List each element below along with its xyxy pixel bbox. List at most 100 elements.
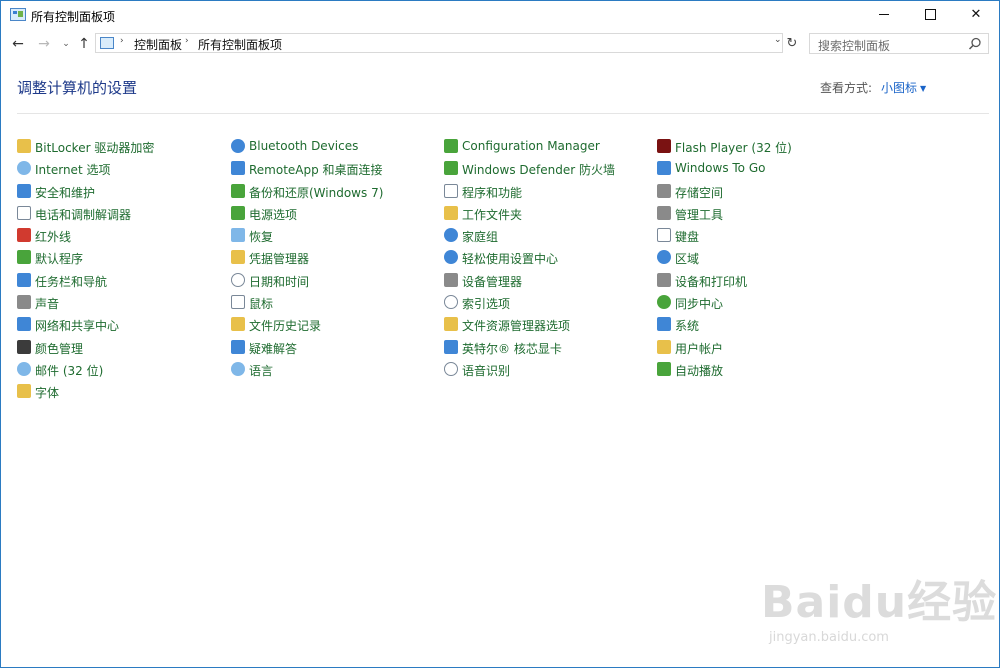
- baidu-watermark: Baidu经验 jingyan.baidu.com: [761, 566, 997, 645]
- work-folders-icon: [444, 205, 458, 220]
- item-label: 区域: [675, 252, 700, 267]
- windows-to-go-icon: [657, 161, 671, 176]
- recovery-icon: [231, 228, 245, 243]
- keyboard-icon: [657, 228, 671, 243]
- item-label: 管理工具: [675, 207, 724, 222]
- item-label: Flash Player (32 位): [675, 141, 792, 155]
- minimize-button[interactable]: [861, 1, 907, 30]
- flash-icon: [657, 139, 671, 153]
- flag-icon: [17, 183, 31, 198]
- microphone-icon: [444, 361, 458, 376]
- homegroup-icon: [444, 228, 458, 243]
- item-label: 键盘: [675, 230, 700, 245]
- search-icon[interactable]: [967, 36, 983, 52]
- item-label: 工作文件夹: [462, 207, 523, 222]
- clock-icon: [231, 272, 245, 287]
- header-divider: [17, 113, 989, 114]
- close-icon: ✕: [970, 7, 982, 22]
- view-by-dropdown[interactable]: 小图标 ▼: [881, 79, 926, 96]
- forward-button[interactable]: →: [33, 34, 55, 54]
- item-label: Windows To Go: [675, 161, 766, 176]
- view-by-label: 查看方式:: [820, 81, 873, 95]
- item-label: 邮件 (32 位): [35, 363, 104, 378]
- item-label: 网络和共享中心: [35, 319, 120, 334]
- item-label: 任务栏和导航: [35, 274, 108, 289]
- intel-graphics-icon: [444, 339, 458, 354]
- address-bar[interactable]: › 控制面板 › 所有控制面板项 ⌄: [95, 33, 783, 53]
- maximize-icon: [924, 9, 936, 20]
- network-icon: [17, 317, 31, 332]
- item-label: Internet 选项: [35, 163, 111, 178]
- item-label: 声音: [35, 297, 60, 312]
- breadcrumb-separator-icon[interactable]: ›: [120, 36, 124, 46]
- item-label: 自动播放: [675, 363, 724, 378]
- remoteapp-icon: [231, 161, 245, 176]
- up-button[interactable]: ↑: [73, 34, 95, 54]
- breadcrumb-all-items[interactable]: 所有控制面板项: [198, 36, 282, 53]
- item-label: 用户帐户: [675, 341, 724, 356]
- maximize-button[interactable]: [907, 1, 953, 30]
- item-label: 凭据管理器: [249, 252, 310, 267]
- refresh-button[interactable]: ↻: [784, 36, 800, 52]
- close-button[interactable]: ✕: [953, 1, 999, 30]
- file-history-icon: [231, 317, 245, 332]
- printer-icon: [657, 272, 671, 287]
- item-label: 红外线: [35, 230, 72, 245]
- item-label: 索引选项: [462, 297, 511, 312]
- default-programs-icon: [17, 250, 31, 265]
- item-label: Configuration Manager: [462, 139, 600, 153]
- troubleshoot-icon: [231, 339, 245, 354]
- bluetooth-icon: [231, 139, 245, 153]
- region-icon: [657, 250, 671, 265]
- item-label: Bluetooth Devices: [249, 139, 359, 153]
- system-icon: [657, 317, 671, 332]
- search-input[interactable]: 搜索控制面板: [809, 33, 989, 54]
- ease-of-access-icon: [444, 250, 458, 265]
- credential-icon: [231, 250, 245, 265]
- breadcrumb-control-panel[interactable]: 控制面板: [134, 36, 182, 53]
- user-accounts-icon: [657, 339, 671, 354]
- modem-icon: [17, 205, 31, 220]
- item-label: 颜色管理: [35, 341, 84, 356]
- autoplay-icon: [657, 361, 671, 376]
- back-arrow-icon: ←: [12, 36, 24, 52]
- speaker-icon: [17, 295, 31, 310]
- internet-options-icon: [17, 161, 31, 176]
- admin-tools-icon: [657, 205, 671, 220]
- item-label: 疑难解答: [249, 341, 298, 356]
- search-placeholder: 搜索控制面板: [818, 39, 891, 53]
- item-label: 语音识别: [462, 363, 511, 378]
- breadcrumb-separator-icon[interactable]: ›: [185, 36, 189, 46]
- up-arrow-icon: ↑: [78, 36, 90, 52]
- font-icon: [17, 384, 31, 399]
- item-label: 字体: [35, 386, 60, 401]
- folder-options-icon: [444, 317, 458, 332]
- mouse-icon: [231, 295, 245, 310]
- window-title: 所有控制面板项: [31, 10, 116, 24]
- item-label: 恢复: [249, 230, 274, 245]
- item-label: 文件资源管理器选项: [462, 319, 571, 334]
- firewall-icon: [444, 161, 458, 176]
- item-label: RemoteApp 和桌面连接: [249, 163, 383, 178]
- infrared-icon: [17, 228, 31, 243]
- item-label: 安全和维护: [35, 185, 96, 200]
- indexing-icon: [444, 295, 458, 310]
- watermark-logo-text: Baidu经验: [761, 577, 998, 628]
- minimize-icon: [879, 14, 889, 15]
- color-management-icon: [17, 339, 31, 354]
- language-icon: [231, 361, 245, 376]
- title-bar[interactable]: 所有控制面板项 ✕: [1, 1, 999, 30]
- item-label: 存储空间: [675, 185, 724, 200]
- power-icon: [231, 205, 245, 220]
- back-button[interactable]: ←: [7, 34, 29, 54]
- chevron-down-icon: ⌄: [62, 39, 70, 49]
- item-label: 设备管理器: [462, 274, 523, 289]
- item-label: 文件历史记录: [249, 319, 322, 334]
- control-panel-icon: [10, 8, 26, 21]
- page-title: 调整计算机的设置: [17, 79, 138, 97]
- control-panel-icon: [100, 37, 114, 49]
- address-dropdown-icon[interactable]: ⌄: [774, 35, 782, 45]
- view-by-value: 小图标: [881, 81, 918, 95]
- config-manager-icon: [444, 139, 458, 153]
- item-label: 英特尔® 核芯显卡: [462, 341, 562, 356]
